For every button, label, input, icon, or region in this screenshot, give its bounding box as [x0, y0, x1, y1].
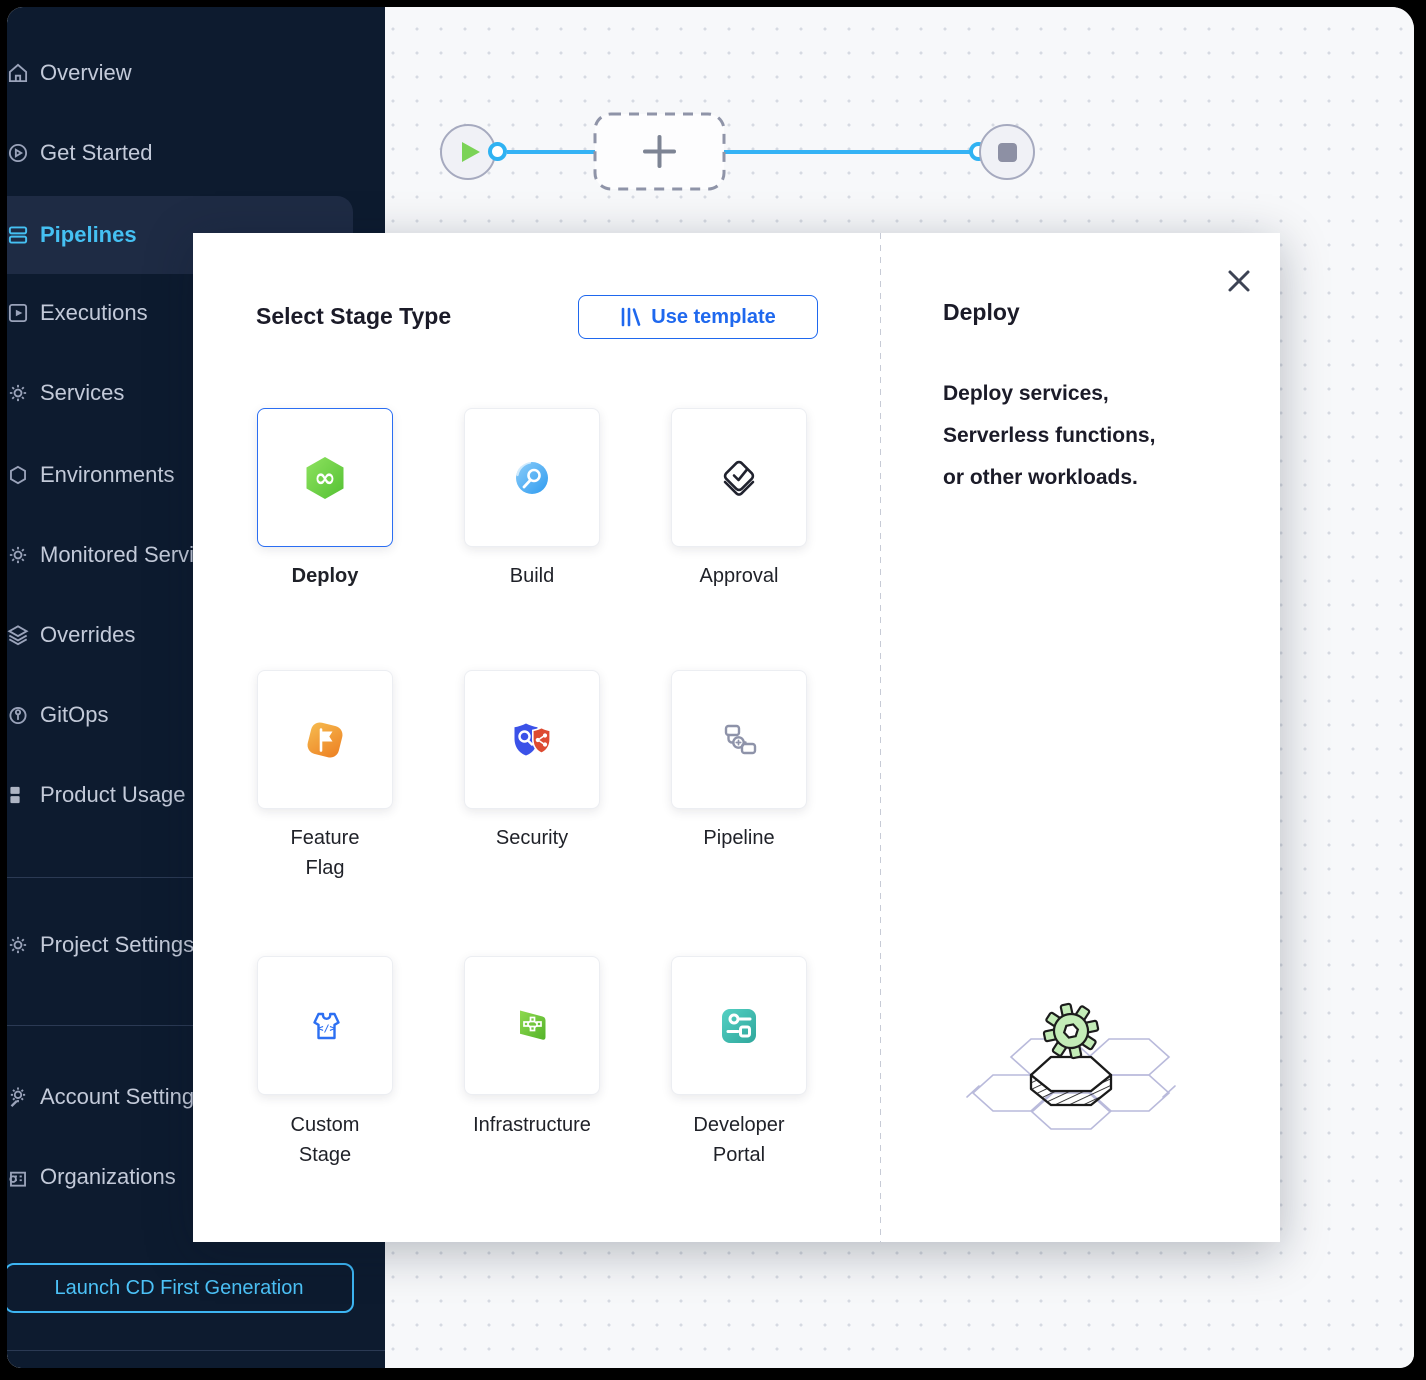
stage-tile-approval[interactable]: [671, 408, 807, 547]
panel-divider: [880, 233, 881, 1242]
stage-tile-developer-portal[interactable]: [671, 956, 807, 1095]
developer-portal-stage-icon: [711, 998, 767, 1054]
sidebar-item-overview[interactable]: Overview: [7, 51, 385, 95]
sidebar-item-label: Get Started: [40, 140, 153, 166]
project-settings-gear-icon: [7, 932, 31, 958]
select-stage-modal: Select Stage Type Use template ∞: [193, 233, 1280, 1242]
monitored-services-icon: [7, 542, 31, 568]
stage-tile-label: Pipeline: [639, 823, 839, 853]
stage-tile-label: Deploy: [225, 561, 425, 591]
sidebar-item-label: Project Settings: [40, 932, 194, 958]
get-started-icon: [7, 140, 31, 166]
build-stage-icon: [504, 450, 560, 506]
services-gear-icon: [7, 380, 31, 406]
sidebar-item-label: Organizations: [40, 1164, 176, 1190]
feature-flag-stage-icon: [297, 712, 353, 768]
sidebar-item-label: Environments: [40, 462, 175, 488]
launch-cd-first-gen-button[interactable]: Launch CD First Generation: [7, 1263, 354, 1313]
stage-tile-pipeline[interactable]: [671, 670, 807, 809]
pipeline-end-node[interactable]: [979, 124, 1035, 180]
approval-stage-icon: [711, 450, 767, 506]
connector-line-right: [722, 150, 972, 154]
template-library-icon: [620, 307, 642, 327]
security-stage-icon: [504, 712, 560, 768]
close-icon[interactable]: [1223, 265, 1255, 297]
sidebar-item-get-started[interactable]: Get Started: [7, 131, 385, 175]
stage-tile-label: Feature Flag: [225, 823, 425, 883]
start-port-dot: [488, 142, 507, 161]
sidebar-divider: [7, 1350, 385, 1351]
connector-line-left: [507, 150, 597, 154]
use-template-button[interactable]: Use template: [578, 295, 818, 339]
stage-tile-label: Infrastructure: [432, 1110, 632, 1140]
stage-tile-security[interactable]: [464, 670, 600, 809]
pipeline-stage-icon: [711, 712, 767, 768]
pipelines-icon: [7, 222, 31, 248]
overrides-layers-icon: [7, 622, 31, 648]
account-settings-gear-icon: [7, 1084, 31, 1110]
gitops-icon: [7, 702, 31, 728]
stage-tile-deploy[interactable]: ∞: [257, 408, 393, 547]
sidebar-item-label: Product Usage: [40, 782, 186, 808]
detail-description: Deploy services, Serverless functions, o…: [943, 373, 1253, 499]
sidebar-item-label: Executions: [40, 300, 148, 326]
executions-icon: [7, 300, 31, 326]
stage-tile-build[interactable]: [464, 408, 600, 547]
product-usage-icon: [7, 782, 31, 808]
sidebar-item-label: Overview: [40, 60, 132, 86]
sidebar-item-label: Pipelines: [40, 222, 137, 248]
home-icon: [7, 60, 31, 86]
deploy-illustration: [953, 993, 1188, 1138]
sidebar-item-label: Services: [40, 380, 124, 406]
stage-tile-label: Custom Stage: [225, 1110, 425, 1170]
environments-icon: [7, 462, 31, 488]
sidebar-item-label: Overrides: [40, 622, 135, 648]
play-icon: [462, 142, 480, 162]
svg-text:∞: ∞: [314, 463, 336, 493]
detail-title: Deploy: [943, 299, 1020, 326]
stage-tile-label: Approval: [639, 561, 839, 591]
modal-title: Select Stage Type: [256, 303, 451, 330]
svg-text:</>: </>: [317, 1023, 335, 1034]
stage-tile-label: Security: [432, 823, 632, 853]
custom-stage-icon: </>: [297, 998, 353, 1054]
organization-icon: [7, 1164, 31, 1190]
stage-tile-label: Developer Portal: [639, 1110, 839, 1170]
stage-tile-infrastructure[interactable]: [464, 956, 600, 1095]
add-stage-button[interactable]: [593, 112, 726, 191]
stage-tile-feature-flag[interactable]: [257, 670, 393, 809]
sidebar-item-label: GitOps: [40, 702, 108, 728]
sidebar-item-label: Account Settings: [40, 1084, 205, 1110]
stage-tile-label: Build: [432, 561, 632, 591]
stage-tile-custom-stage[interactable]: </>: [257, 956, 393, 1095]
use-template-label: Use template: [651, 306, 776, 329]
infrastructure-stage-icon: [504, 998, 560, 1054]
app-window: Overview Get Started Pipelines Execution…: [7, 7, 1414, 1368]
stop-icon: [998, 143, 1017, 162]
deploy-stage-icon: ∞: [297, 450, 353, 506]
